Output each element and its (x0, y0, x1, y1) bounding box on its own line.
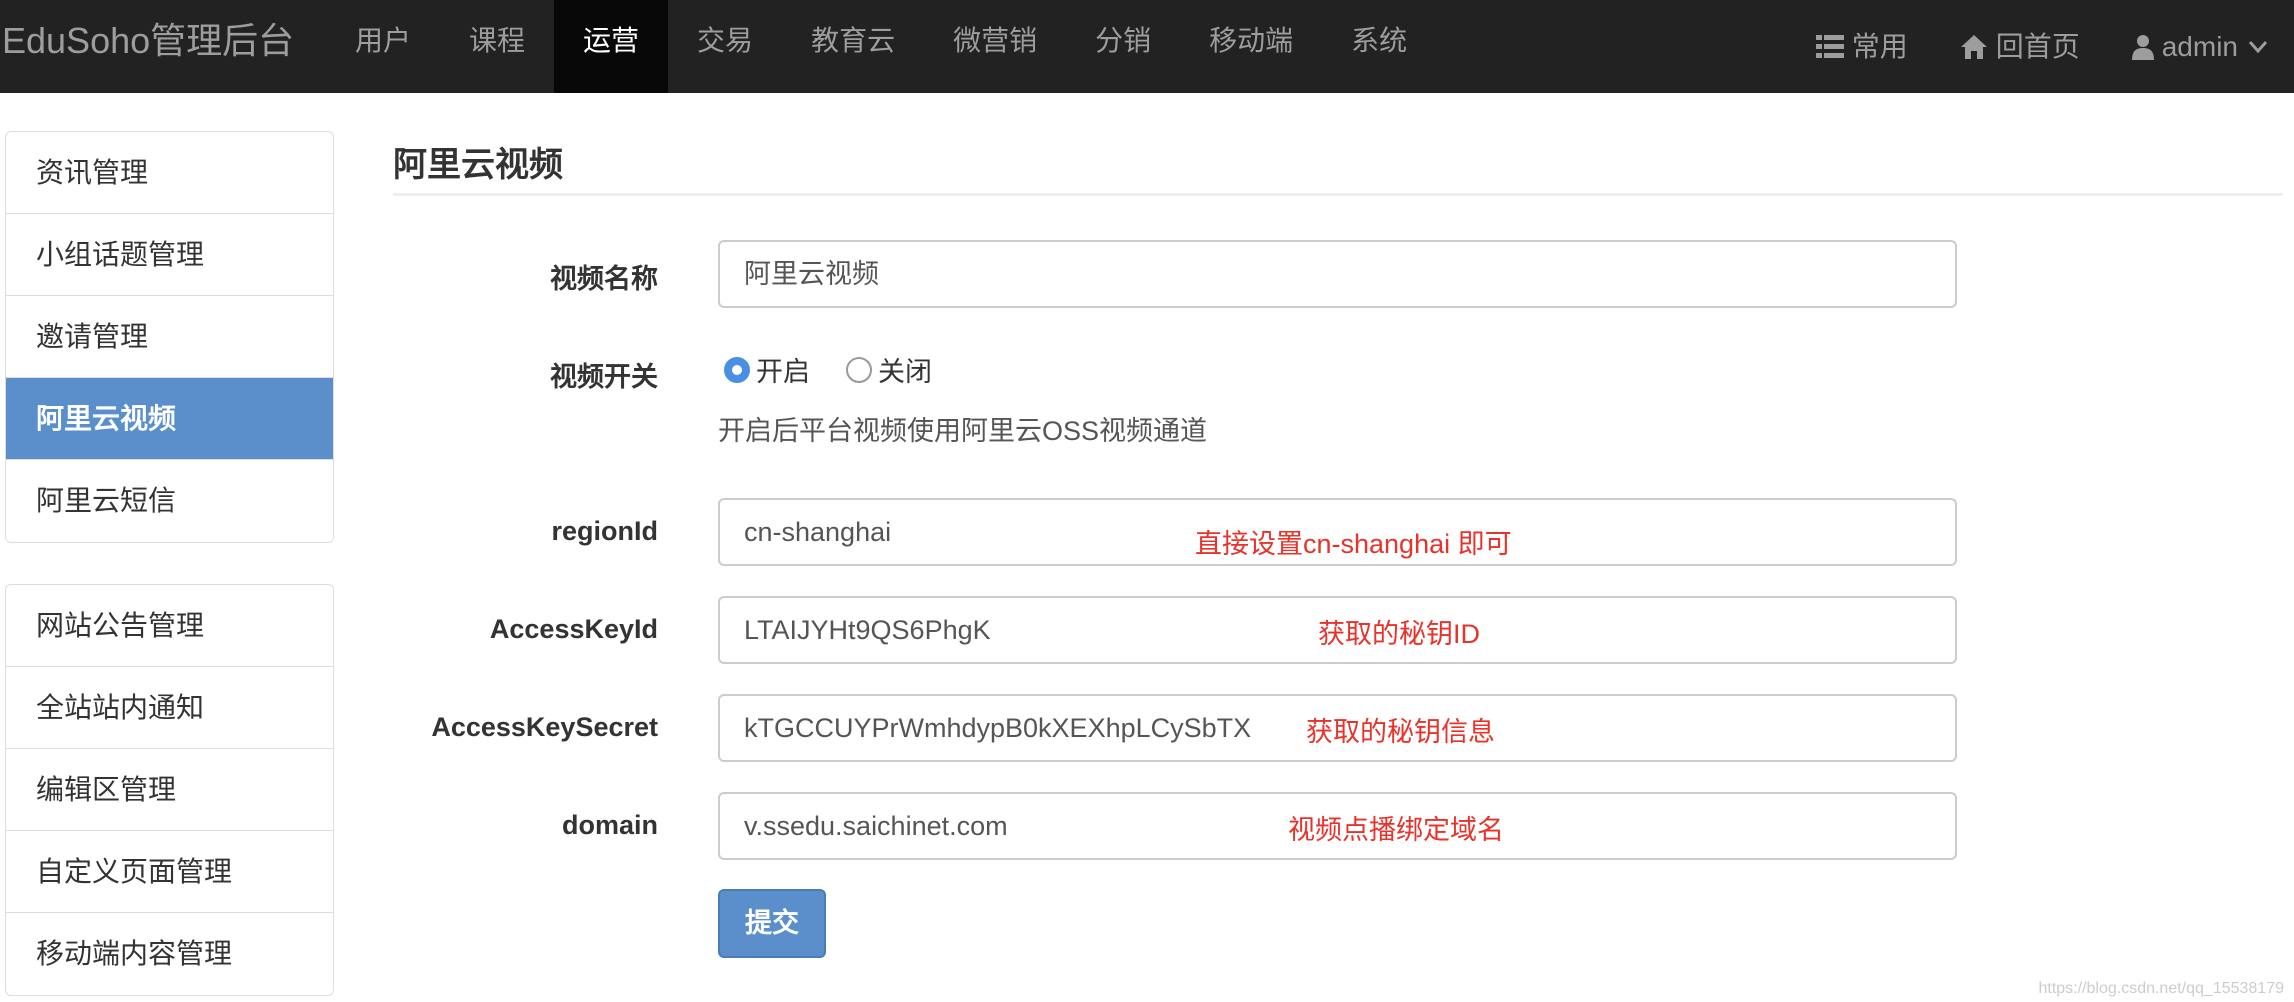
region-id-note: 直接设置cn-shanghai 即可 (1195, 529, 1512, 559)
access-key-id-note: 获取的秘钥ID (1318, 619, 1480, 649)
sidebar-item-news[interactable]: 资讯管理 (6, 132, 333, 214)
access-key-id-label: AccessKeyId (489, 614, 658, 644)
video-switch-on-radio[interactable] (724, 356, 750, 383)
video-switch-on-label[interactable]: 开启 (756, 350, 810, 389)
nav-item-distribution[interactable]: 分销 (1066, 0, 1180, 93)
common-menu-label: 常用 (1851, 31, 1908, 62)
title-divider (393, 193, 2283, 196)
user-icon (2131, 34, 2154, 60)
nav-item-mobile[interactable]: 移动端 (1180, 0, 1322, 93)
nav-item-users[interactable]: 用户 (326, 0, 440, 93)
sidebar-item-custom-pages[interactable]: 自定义页面管理 (6, 831, 333, 913)
nav-item-wechat-marketing[interactable]: 微营销 (924, 0, 1066, 93)
video-switch-help: 开启后平台视频使用阿里云OSS视频通道 (718, 416, 1208, 446)
nav-item-courses[interactable]: 课程 (440, 0, 554, 93)
sidebar-item-mobile-content[interactable]: 移动端内容管理 (6, 913, 333, 995)
brand-title[interactable]: EduSoho管理后台 (2, 0, 294, 93)
user-menu[interactable]: admin (2106, 0, 2294, 93)
main-nav: 用户 课程 运营 交易 教育云 微营销 分销 移动端 系统 (326, 0, 1436, 93)
home-icon (1960, 34, 1988, 60)
nav-item-operations[interactable]: 运营 (554, 0, 669, 93)
sidebar-item-group-topics[interactable]: 小组话题管理 (6, 214, 333, 296)
sidebar-item-announcements[interactable]: 网站公告管理 (6, 585, 333, 667)
sidebar-item-invites[interactable]: 邀请管理 (6, 296, 333, 378)
video-switch-label: 视频开关 (550, 362, 658, 392)
list-icon (1815, 34, 1844, 60)
nav-item-edu-cloud[interactable]: 教育云 (782, 0, 924, 93)
video-name-label: 视频名称 (550, 264, 658, 294)
nav-right: 常用 回首页 admin (1790, 0, 2294, 93)
sidebar-item-site-notifications[interactable]: 全站站内通知 (6, 667, 333, 749)
video-name-input[interactable]: 阿里云视频 (718, 240, 1957, 308)
watermark: https://blog.csdn.net/qq_15538179 (2038, 980, 2284, 997)
chevron-down-icon (2248, 40, 2268, 54)
sidebar-group-2: 网站公告管理 全站站内通知 编辑区管理 自定义页面管理 移动端内容管理 (5, 584, 334, 996)
region-id-label: regionId (551, 516, 659, 546)
access-key-secret-note: 获取的秘钥信息 (1306, 717, 1495, 747)
domain-note: 视频点播绑定域名 (1288, 815, 1504, 845)
nav-item-trade[interactable]: 交易 (668, 0, 782, 93)
home-link[interactable]: 回首页 (1934, 0, 2106, 93)
video-switch-off-radio[interactable] (846, 356, 872, 383)
video-switch-radio-group: 开启 关闭 (724, 350, 968, 389)
home-link-label: 回首页 (1995, 31, 2080, 62)
video-switch-off-label[interactable]: 关闭 (878, 350, 932, 389)
sidebar-item-aliyun-video[interactable]: 阿里云视频 (6, 378, 333, 460)
sidebar-item-aliyun-sms[interactable]: 阿里云短信 (6, 460, 333, 542)
sidebar-group-1: 资讯管理 小组话题管理 邀请管理 阿里云视频 阿里云短信 (5, 131, 334, 543)
domain-label: domain (561, 810, 658, 840)
page-title: 阿里云视频 (393, 146, 563, 184)
access-key-secret-label: AccessKeySecret (431, 712, 658, 742)
user-name: admin (2161, 31, 2238, 62)
top-navbar: EduSoho管理后台 用户 课程 运营 交易 教育云 微营销 分销 移动端 系… (0, 0, 2294, 93)
nav-item-system[interactable]: 系统 (1322, 0, 1436, 93)
submit-button[interactable]: 提交 (718, 889, 826, 958)
sidebar-item-edit-area[interactable]: 编辑区管理 (6, 749, 333, 831)
common-menu[interactable]: 常用 (1790, 0, 1934, 93)
